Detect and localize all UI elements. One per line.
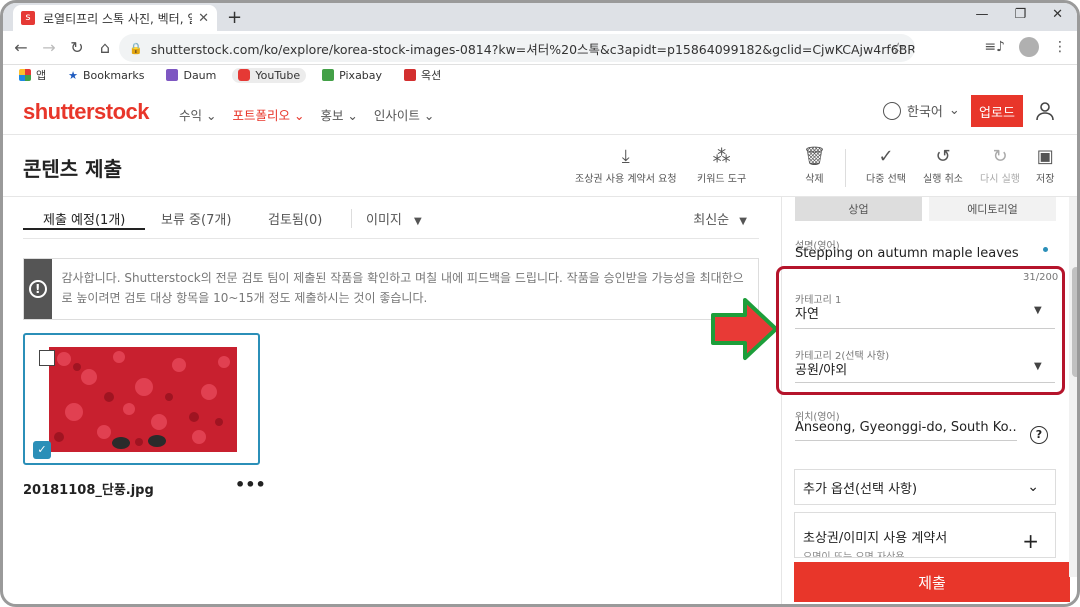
- star-icon: ★: [68, 68, 78, 82]
- keyword-grid-icon: ⁂: [712, 146, 731, 167]
- site-header: shutterstock 수익 ⌄ 포트폴리오 ⌄ 홍보 ⌄ 인사이트 ⌄ 한국…: [3, 89, 1077, 135]
- tab-strip: s 로열티프리 스톡 사진, 벡터, 일러 ✕ + — ❐ ✕: [3, 3, 1077, 31]
- home-icon[interactable]: ⌂: [91, 38, 119, 57]
- notice-text: 감사합니다. Shutterstock의 전문 검토 팀이 제출된 작품을 확인…: [61, 271, 744, 305]
- minimize-icon[interactable]: —: [975, 7, 988, 22]
- sort-select[interactable]: 최신순 ▼: [693, 209, 747, 228]
- location-underline: [795, 440, 1017, 441]
- select-checkbox[interactable]: [39, 350, 55, 366]
- check-icon: ✓: [878, 146, 894, 167]
- pixabay-icon: [322, 69, 335, 81]
- bookmark-pixabay[interactable]: Pixabay: [316, 68, 388, 83]
- submission-tabs: 제출 예정(1개) 보류 중(7개) 검토됨(0) 이미지 ▼ 최신순 ▼: [23, 197, 759, 239]
- daum-icon: [166, 69, 179, 81]
- keyword-tool[interactable]: ⁂ 키워드 도구: [697, 146, 746, 186]
- extra-options-accordion[interactable]: 추가 옵션(선택 사항) ⌄: [794, 469, 1056, 505]
- chevron-down-icon: ⌄: [1027, 479, 1039, 495]
- redo-icon: ↻: [992, 146, 1008, 167]
- apps-grid-icon: [19, 69, 31, 81]
- plus-icon: +: [1022, 529, 1039, 553]
- alert-icon: !: [24, 259, 52, 319]
- maple-leaves-image: [49, 347, 237, 452]
- url-text: shutterstock.com/ko/explore/korea-stock-…: [150, 41, 915, 57]
- annotation-arrow-icon: [711, 298, 778, 360]
- address-bar-row: ← → ↻ ⌂ 🔒 shutterstock.com/ko/explore/ko…: [3, 31, 1077, 65]
- undo-icon: ↺: [935, 146, 951, 167]
- window-controls: — ❐ ✕: [975, 7, 1063, 22]
- maple-leaves-thumbnail[interactable]: [49, 347, 237, 452]
- commercial-toggle[interactable]: 상업: [795, 197, 922, 221]
- info-notice: ! 감사합니다. Shutterstock의 전문 검토 팀이 제출된 작품을 …: [23, 258, 759, 320]
- top-nav: 수익 ⌄ 포트폴리오 ⌄ 홍보 ⌄ 인사이트 ⌄: [179, 105, 434, 124]
- language-selector[interactable]: 한국어 ⌄: [883, 101, 960, 120]
- bookmark-bookmarks[interactable]: ★ Bookmarks: [62, 68, 150, 83]
- file-name: 20181108_단풍.jpg: [23, 483, 154, 498]
- page-title: 콘텐츠 제출: [23, 157, 122, 181]
- scrollbar[interactable]: [1069, 197, 1077, 577]
- youtube-icon: [238, 69, 251, 81]
- tab-pending[interactable]: 제출 예정(1개): [23, 209, 146, 230]
- toolbar-divider: [845, 149, 846, 187]
- new-tab-icon[interactable]: +: [227, 7, 242, 28]
- save-icon: ▣: [1036, 146, 1054, 167]
- download-icon: ⤓: [621, 146, 630, 167]
- caret-down-icon: ▼: [414, 216, 422, 227]
- back-icon[interactable]: ←: [7, 38, 35, 57]
- redo-tool[interactable]: ↻ 다시 실행: [980, 146, 1020, 186]
- bookmark-daum[interactable]: Daum: [160, 68, 222, 83]
- nav-portfolio[interactable]: 포트폴리오 ⌄: [232, 105, 304, 124]
- forward-icon[interactable]: →: [35, 38, 63, 57]
- editorial-toggle[interactable]: 에디토리얼: [929, 197, 1056, 221]
- bookmarks-bar: 앱 ★ Bookmarks Daum YouTube Pixabay 옥션: [3, 65, 1077, 85]
- close-tab-icon[interactable]: ✕: [198, 11, 209, 26]
- bookmark-star-icon[interactable]: ☆: [892, 39, 905, 57]
- highlight-box: [776, 266, 1065, 395]
- upload-button[interactable]: 업로드: [971, 95, 1023, 127]
- tab-on-hold[interactable]: 보류 중(7개): [161, 209, 231, 228]
- scrollbar-thumb[interactable]: [1072, 267, 1077, 377]
- reload-icon[interactable]: ↻: [63, 38, 91, 57]
- multi-select-tool[interactable]: ✓ 다중 선택: [866, 146, 906, 186]
- save-tool[interactable]: ▣ 저장: [1036, 146, 1054, 186]
- globe-icon: [883, 101, 901, 120]
- menu-icon[interactable]: ⋮: [1053, 39, 1067, 55]
- lock-icon: 🔒: [129, 41, 143, 55]
- description-input[interactable]: Stepping on autumn maple leaves: [795, 246, 1045, 261]
- browser-actions: ≡♪ ⋮: [984, 37, 1067, 57]
- caret-down-icon: ▼: [739, 216, 747, 227]
- more-options-icon[interactable]: •••: [235, 475, 266, 494]
- restore-icon[interactable]: ❐: [1014, 7, 1026, 22]
- media-icon[interactable]: ≡♪: [984, 39, 1005, 55]
- trash-icon: 🗑: [803, 146, 826, 167]
- content-toolbar: 콘텐츠 제출 ⤓ 조상권 사용 계약서 요청 ⁂ 키워드 도구 🗑 삭제 ✓ 다중 선택…: [3, 135, 1077, 197]
- submit-button[interactable]: 제출: [794, 562, 1070, 602]
- image-card[interactable]: ✓: [23, 333, 260, 465]
- browser-tab[interactable]: s 로열티프리 스톡 사진, 벡터, 일러 ✕: [13, 5, 217, 31]
- nav-promotion[interactable]: 홍보 ⌄: [320, 105, 357, 124]
- undo-tool[interactable]: ↺ 실행 취소: [923, 146, 963, 186]
- release-request-tool[interactable]: ⤓ 조상권 사용 계약서 요청: [575, 146, 677, 186]
- url-input[interactable]: 🔒 shutterstock.com/ko/explore/korea-stoc…: [119, 34, 915, 62]
- bookmark-auction[interactable]: 옥션: [398, 66, 447, 84]
- profile-avatar[interactable]: [1019, 37, 1039, 57]
- close-window-icon[interactable]: ✕: [1052, 7, 1063, 22]
- status-dot: [1043, 247, 1048, 252]
- auction-icon: [404, 69, 417, 81]
- nav-insights[interactable]: 인사이트 ⌄: [374, 105, 434, 124]
- help-icon[interactable]: ?: [1030, 426, 1048, 444]
- delete-tool[interactable]: 🗑 삭제: [803, 146, 826, 186]
- tab-reviewed[interactable]: 검토됨(0): [268, 209, 322, 228]
- shutterstock-favicon: s: [21, 11, 35, 25]
- ready-check-icon: ✓: [33, 441, 51, 459]
- release-accordion[interactable]: 초상권/이미지 사용 계약서 오면이 또는 오면 자산용 +: [794, 512, 1056, 558]
- nav-earnings[interactable]: 수익 ⌄: [179, 105, 216, 124]
- browser-window: s 로열티프리 스톡 사진, 벡터, 일러 ✕ + — ❐ ✕ ← → ↻ ⌂ …: [0, 0, 1080, 607]
- media-type-select[interactable]: 이미지 ▼: [351, 209, 422, 228]
- location-input[interactable]: Anseong, Gyeonggi-do, South Ko...: [795, 420, 1017, 435]
- bookmark-youtube[interactable]: YouTube: [232, 67, 307, 83]
- bookmark-apps[interactable]: 앱: [13, 66, 52, 84]
- user-icon[interactable]: [1035, 101, 1055, 121]
- shutterstock-logo[interactable]: shutterstock: [23, 99, 150, 125]
- tab-title: 로열티프리 스톡 사진, 벡터, 일러: [43, 11, 192, 26]
